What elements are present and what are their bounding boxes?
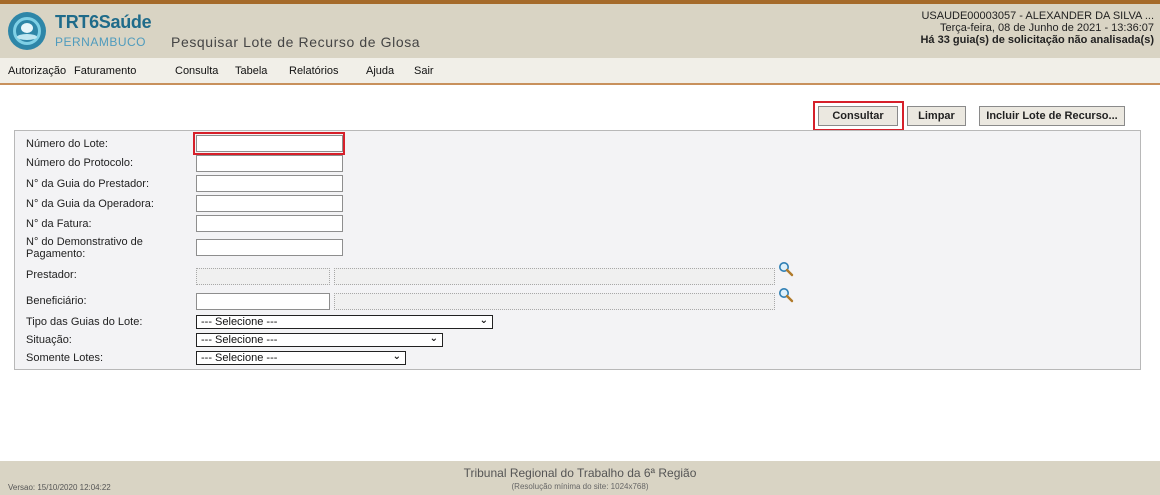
user-name: USAUDE00003057 - ALEXANDER DA SILVA ... bbox=[921, 10, 1154, 22]
search-form-panel bbox=[14, 130, 1141, 370]
somente-lotes-label: Somente Lotes: bbox=[26, 352, 104, 364]
prestador-name-input bbox=[334, 268, 775, 285]
fatura-label: N° da Fatura: bbox=[26, 218, 92, 230]
fatura-input[interactable] bbox=[196, 215, 343, 232]
chevron-down-icon: ⌄ bbox=[479, 315, 488, 326]
situacao-selected: --- Selecione --- bbox=[201, 334, 278, 346]
menu-item-sair[interactable]: Sair bbox=[414, 65, 434, 77]
app-root: TRT6Saúde PERNAMBUCO Pesquisar Lote de R… bbox=[0, 0, 1160, 495]
guia-prestador-label: N° da Guia do Prestador: bbox=[26, 178, 150, 190]
numero-protocolo-label: Número do Protocolo: bbox=[26, 157, 133, 169]
demonstrativo-input[interactable] bbox=[196, 239, 343, 256]
menu-item-autorizacao[interactable]: Autorização bbox=[8, 65, 66, 77]
prestador-label: Prestador: bbox=[26, 269, 77, 281]
incluir-lote-button[interactable]: Incluir Lote de Recurso... bbox=[979, 106, 1125, 126]
chevron-down-icon: ⌄ bbox=[429, 333, 438, 344]
chevron-down-icon: ⌄ bbox=[392, 351, 401, 362]
pending-guides-notice: Há 33 guia(s) de solicitação não analisa… bbox=[920, 34, 1154, 46]
tipo-guias-selected: --- Selecione --- bbox=[201, 316, 278, 328]
user-info: USAUDE00003057 - ALEXANDER DA SILVA ... … bbox=[920, 10, 1154, 46]
beneficiario-label: Beneficiário: bbox=[26, 295, 87, 307]
guia-prestador-input[interactable] bbox=[196, 175, 343, 192]
beneficiario-name-input bbox=[334, 293, 775, 310]
menu-item-consulta[interactable]: Consulta bbox=[175, 65, 218, 77]
footer-version: Versao: 15/10/2020 12:04:22 bbox=[8, 483, 111, 492]
menu-item-ajuda[interactable]: Ajuda bbox=[366, 65, 394, 77]
somente-lotes-selected: --- Selecione --- bbox=[201, 352, 278, 364]
consultar-highlight bbox=[813, 101, 904, 131]
situacao-select[interactable]: --- Selecione --- ⌄ bbox=[196, 333, 443, 347]
demonstrativo-label-line2: Pagamento: bbox=[26, 248, 86, 260]
beneficiario-code-input[interactable] bbox=[196, 293, 330, 310]
numero-lote-label: Número do Lote: bbox=[26, 138, 108, 150]
numero-protocolo-input[interactable] bbox=[196, 155, 343, 172]
logo-subtitle: PERNAMBUCO bbox=[55, 35, 147, 49]
trt6-logo-icon bbox=[8, 12, 46, 50]
logo-title: TRT6Saúde bbox=[55, 12, 152, 32]
numero-lote-highlight bbox=[193, 132, 345, 155]
somente-lotes-select[interactable]: --- Selecione --- ⌄ bbox=[196, 351, 406, 365]
menu-item-faturamento[interactable]: Faturamento bbox=[74, 65, 136, 77]
header: TRT6Saúde PERNAMBUCO Pesquisar Lote de R… bbox=[0, 4, 1160, 58]
footer: Tribunal Regional do Trabalho da 6ª Regi… bbox=[0, 461, 1160, 495]
menu-item-relatorios[interactable]: Relatórios bbox=[289, 65, 339, 77]
main-menu: Autorização Faturamento Consulta Tabela … bbox=[0, 58, 1160, 85]
situacao-label: Situação: bbox=[26, 334, 72, 346]
prestador-code-input bbox=[196, 268, 330, 285]
tipo-guias-select[interactable]: --- Selecione --- ⌄ bbox=[196, 315, 493, 329]
footer-resolution-note: (Resolução mínima do site: 1024x768) bbox=[511, 482, 649, 491]
footer-organization: Tribunal Regional do Trabalho da 6ª Regi… bbox=[463, 466, 697, 480]
guia-operadora-label: N° da Guia da Operadora: bbox=[26, 198, 154, 210]
limpar-button[interactable]: Limpar bbox=[907, 106, 966, 126]
current-date: Terça-feira, 08 de Junho de 2021 - 13:36… bbox=[939, 22, 1154, 34]
prestador-search-icon[interactable] bbox=[778, 261, 794, 277]
guia-operadora-input[interactable] bbox=[196, 195, 343, 212]
demonstrativo-label-line1: N° do Demonstrativo de bbox=[26, 236, 143, 248]
menu-item-tabela[interactable]: Tabela bbox=[235, 65, 267, 77]
beneficiario-search-icon[interactable] bbox=[778, 287, 794, 303]
page-title: Pesquisar Lote de Recurso de Glosa bbox=[171, 34, 421, 50]
tipo-guias-label: Tipo das Guias do Lote: bbox=[26, 316, 143, 328]
